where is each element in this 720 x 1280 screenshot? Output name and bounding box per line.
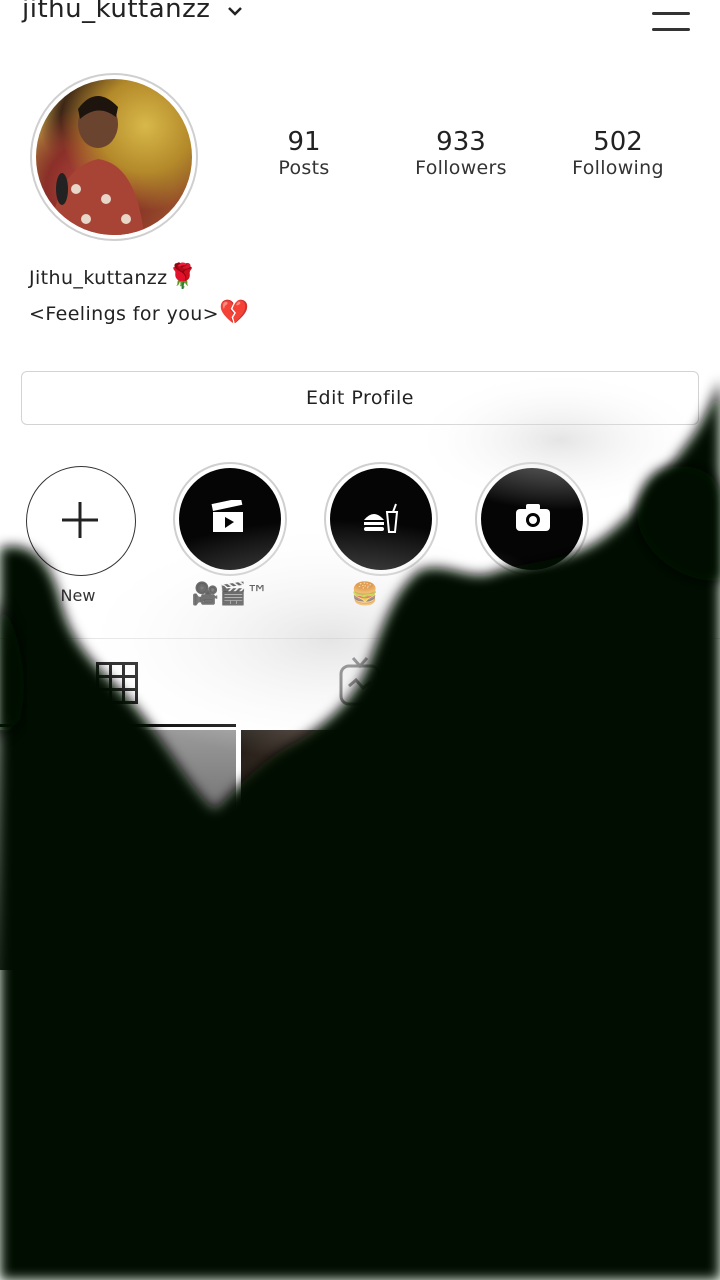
chevron-down-icon[interactable]	[226, 2, 244, 20]
tab-igtv[interactable]	[240, 640, 480, 726]
highlight-movies[interactable]	[173, 462, 287, 576]
posts-label: Posts	[278, 157, 330, 179]
following-stat[interactable]: 502 Following	[548, 127, 688, 179]
bio-name: Jithu_kuttanzz	[29, 267, 168, 289]
highlight-new-label: New	[60, 586, 96, 605]
highlight-food-label: 🍔	[351, 582, 379, 607]
broken-heart-emoji: 💔	[218, 298, 250, 326]
igtv-icon	[339, 657, 381, 706]
highlight-food[interactable]	[324, 462, 438, 576]
bio-name-line: Jithu_kuttanzz🌹	[29, 262, 198, 290]
camera-icon	[516, 504, 550, 531]
profile-username-switcher[interactable]: jithu_kuttanzz	[22, 0, 210, 24]
followers-label: Followers	[415, 157, 507, 179]
active-tab-indicator	[0, 724, 236, 727]
followers-count: 933	[436, 127, 486, 157]
tab-grid[interactable]	[0, 640, 236, 727]
post-thumbnail[interactable]	[0, 730, 236, 970]
bio-text: <Feelings for you>	[29, 303, 219, 325]
posts-stat[interactable]: 91 Posts	[234, 127, 374, 179]
following-label: Following	[572, 157, 664, 179]
edit-profile-button[interactable]: Edit Profile	[21, 371, 699, 425]
post-thumbnail[interactable]	[241, 730, 479, 970]
following-count: 502	[593, 127, 643, 157]
hamburger-menu-icon[interactable]	[652, 8, 692, 34]
posts-count: 91	[287, 127, 321, 157]
highlight-new[interactable]	[26, 466, 136, 576]
avatar[interactable]	[36, 79, 192, 235]
burger-drink-icon	[364, 503, 399, 533]
highlight-camera[interactable]	[475, 462, 589, 576]
rose-emoji: 🌹	[167, 262, 198, 290]
bio-text-line: <Feelings for you>💔	[29, 298, 249, 326]
grid-icon	[96, 662, 138, 704]
followers-stat[interactable]: 933 Followers	[391, 127, 531, 179]
highlight-movies-label: 🎥🎬™	[191, 582, 269, 607]
plus-icon	[62, 502, 98, 538]
tabs-divider	[0, 638, 720, 639]
clapperboard-icon	[211, 500, 243, 532]
